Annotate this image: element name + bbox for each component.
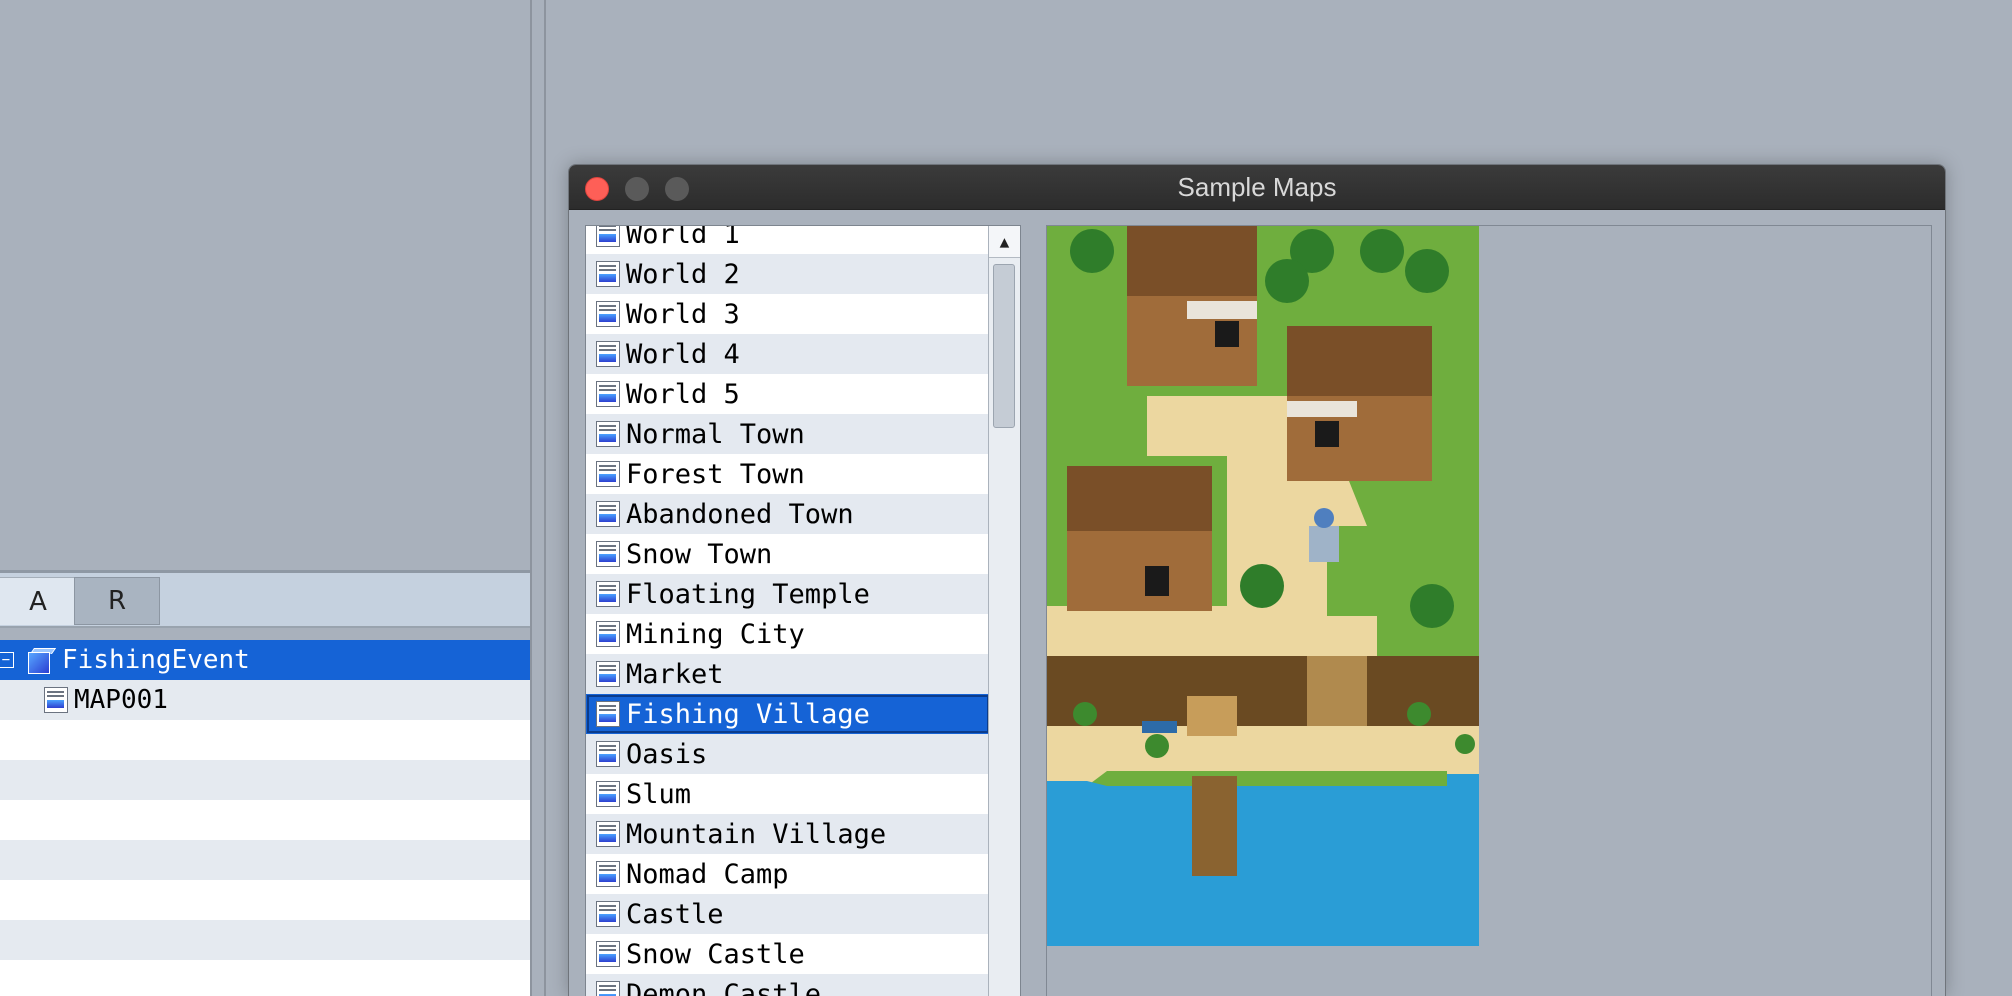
sample-map-item[interactable]: Mining City (586, 614, 990, 654)
sample-map-item[interactable]: Nomad Camp (586, 854, 990, 894)
palette-tab-bar: A R (0, 570, 530, 628)
sample-map-label: World 5 (626, 378, 740, 410)
project-name: FishingEvent (62, 645, 250, 675)
tree-map-label: MAP001 (74, 685, 168, 715)
sample-map-label: Market (626, 658, 724, 690)
tree-empty-row (0, 800, 530, 840)
map-icon (596, 461, 620, 487)
list-scrollbar[interactable]: ▲ (988, 226, 1020, 996)
sample-map-item[interactable]: Demon Castle (586, 974, 990, 996)
map-icon (596, 981, 620, 996)
map-icon (596, 261, 620, 287)
sample-map-item[interactable]: World 4 (586, 334, 990, 374)
tree-empty-row (0, 760, 530, 800)
dialog-titlebar[interactable]: Sample Maps (569, 165, 1945, 210)
sample-map-label: World 2 (626, 258, 740, 290)
sample-map-item[interactable]: World 1 (586, 225, 990, 254)
sample-map-label: Demon Castle (626, 978, 822, 996)
map-icon (596, 901, 620, 927)
map-icon (596, 226, 620, 247)
sample-map-item[interactable]: Abandoned Town (586, 494, 990, 534)
sample-map-item[interactable]: World 2 (586, 254, 990, 294)
sample-map-item[interactable]: Snow Castle (586, 934, 990, 974)
map-icon (596, 621, 620, 647)
map-icon (596, 821, 620, 847)
map-icon (596, 661, 620, 687)
tree-map-row[interactable]: MAP001 (0, 680, 530, 720)
map-preview-image (1047, 226, 1479, 946)
map-icon (596, 861, 620, 887)
pane-splitter[interactable] (530, 0, 546, 996)
sample-maps-dialog: Sample Maps World 1 World 2 World 3 World 4… (568, 164, 1946, 996)
sample-map-item[interactable]: Castle (586, 894, 990, 934)
sample-map-item[interactable]: Floating Temple (586, 574, 990, 614)
sample-map-label: Normal Town (626, 418, 805, 450)
sample-map-label: Slum (626, 778, 692, 810)
collapse-icon[interactable]: − (0, 652, 14, 668)
sample-map-label: Snow Castle (626, 938, 805, 970)
scroll-up-arrow-icon[interactable]: ▲ (989, 226, 1020, 258)
map-preview-pane (1046, 225, 1932, 996)
map-icon (596, 421, 620, 447)
scroll-thumb[interactable] (993, 264, 1015, 428)
tree-empty-row (0, 840, 530, 880)
map-icon (596, 741, 620, 767)
editor-left-pane: A R − FishingEvent MAP001 (0, 0, 530, 996)
sample-map-label: Mining City (626, 618, 805, 650)
sample-map-label: World 4 (626, 338, 740, 370)
sample-map-label: World 1 (626, 225, 740, 250)
sample-map-label: Oasis (626, 738, 708, 770)
sample-map-item[interactable]: World 3 (586, 294, 990, 334)
tree-empty-row (0, 920, 530, 960)
sample-map-label: Nomad Camp (626, 858, 789, 890)
map-icon (596, 341, 620, 367)
project-cube-icon (26, 647, 57, 674)
map-icon (44, 687, 68, 713)
tree-project-row[interactable]: − FishingEvent (0, 640, 530, 680)
sample-map-item[interactable]: Market (586, 654, 990, 694)
map-icon (596, 781, 620, 807)
dialog-title: Sample Maps (1177, 172, 1337, 202)
map-icon (596, 541, 620, 567)
sample-map-item[interactable]: Mountain Village (586, 814, 990, 854)
sample-map-label: Floating Temple (626, 578, 870, 610)
sample-map-label: Snow Town (626, 538, 773, 570)
sample-map-list[interactable]: World 1 World 2 World 3 World 4 World 5 Norma… (585, 225, 1021, 996)
sample-map-list-items: World 1 World 2 World 3 World 4 World 5 Norma… (586, 225, 990, 996)
sample-map-label: Fishing Village (626, 698, 870, 730)
map-icon (596, 941, 620, 967)
map-icon (596, 381, 620, 407)
sample-map-label: Mountain Village (626, 818, 887, 850)
map-icon (596, 581, 620, 607)
tree-empty-row (0, 960, 530, 996)
sample-map-item[interactable]: Slum (586, 774, 990, 814)
sample-map-item[interactable]: Oasis (586, 734, 990, 774)
tree-empty-row (0, 720, 530, 760)
map-icon (596, 501, 620, 527)
sample-map-item[interactable]: World 5 (586, 374, 990, 414)
sample-map-label: Castle (626, 898, 724, 930)
tab-a[interactable]: A (0, 577, 80, 625)
sample-map-item[interactable]: Fishing Village (586, 694, 990, 734)
map-icon (596, 301, 620, 327)
sample-map-label: Abandoned Town (626, 498, 854, 530)
sample-map-label: Forest Town (626, 458, 805, 490)
sample-map-item[interactable]: Normal Town (586, 414, 990, 454)
sample-map-item[interactable]: Forest Town (586, 454, 990, 494)
tab-r[interactable]: R (74, 577, 160, 625)
sample-map-label: World 3 (626, 298, 740, 330)
sample-map-item[interactable]: Snow Town (586, 534, 990, 574)
map-icon (596, 701, 620, 727)
tree-empty-row (0, 880, 530, 920)
map-tree: − FishingEvent MAP001 (0, 640, 530, 996)
